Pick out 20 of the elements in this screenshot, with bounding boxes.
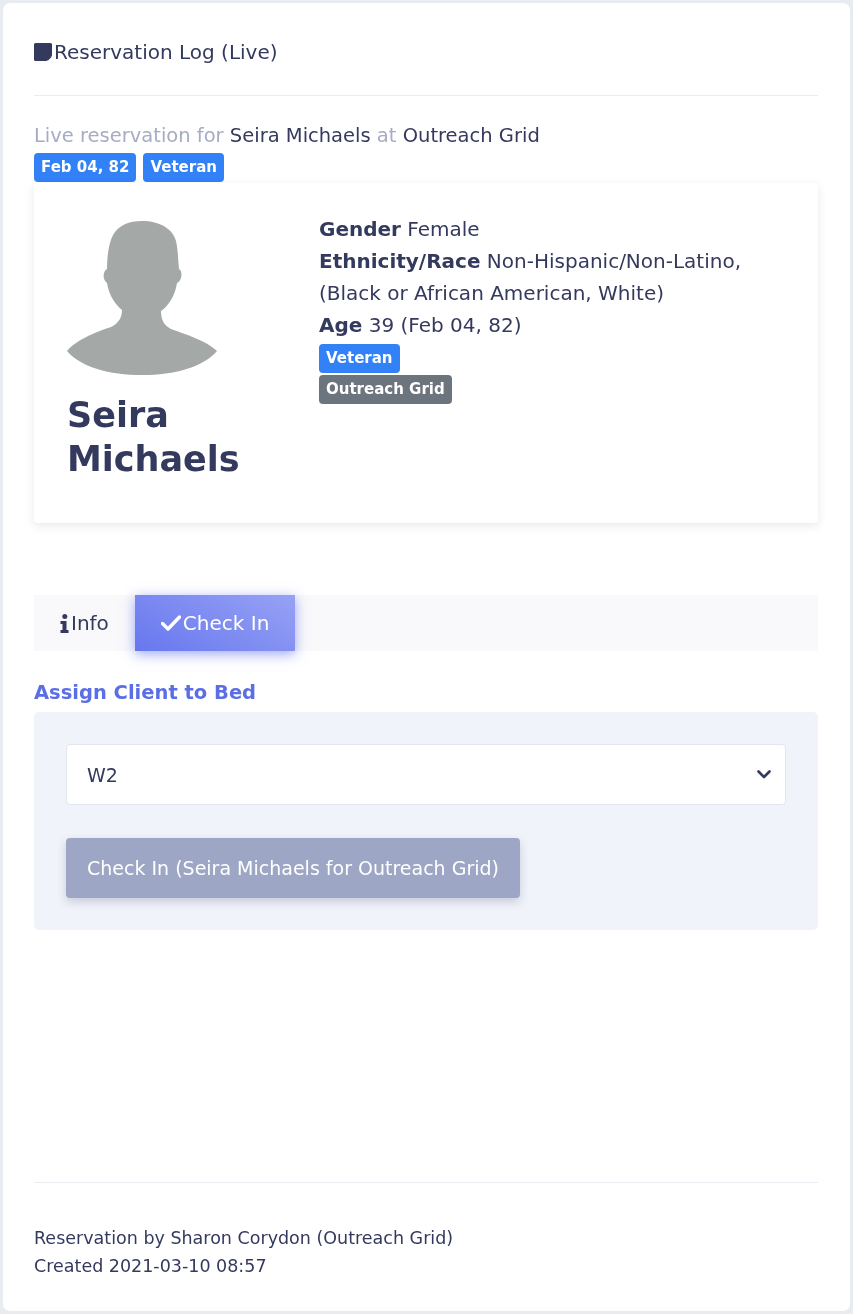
note-icon [34,43,52,61]
check-icon [160,615,181,631]
info-icon [60,613,69,633]
profile-field: Gender Female [319,213,480,245]
page-title: Reservation Log (Live) [54,39,278,65]
bed-select[interactable]: W2 [66,744,786,805]
reservation-summary: Live reservation for Seira Michaels at Outreach Grid [34,123,540,149]
footer-text: Reservation by Sharon Corydon (Outreach Grid) [34,1227,454,1250]
footer-text: Created 2021-03-10 08:57 [34,1255,267,1278]
profile-field: Ethnicity/Race Non-Hispanic/Non-Latino, (Black or African American, White) [319,245,788,309]
profile-field: Age 39 (Feb 04, 82) [319,309,522,341]
chevron-down-icon [757,770,771,779]
tag-badge: Veteran [319,344,400,373]
tab[interactable]: Info [34,595,135,651]
tag-badge: Outreach Grid [319,375,452,404]
person-silhouette-icon [67,221,217,375]
tag-badge: Feb 04, 82 [34,153,137,182]
client-name: Seira Michaels [67,394,241,481]
section-heading: Assign Client to Bed [34,680,257,706]
tag-badge: Veteran [143,153,224,182]
